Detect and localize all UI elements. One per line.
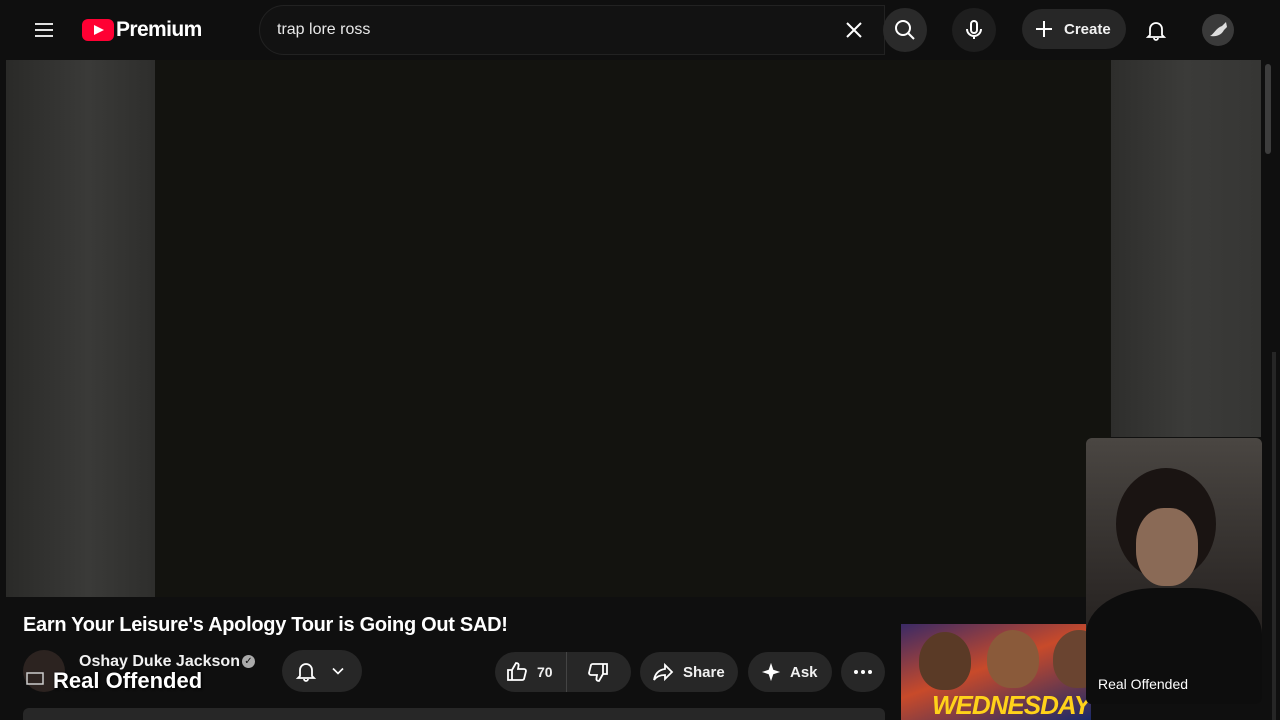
ask-button[interactable]: Ask — [748, 652, 832, 692]
scrollbar-track[interactable] — [1272, 352, 1276, 720]
more-actions-button[interactable] — [841, 652, 885, 692]
video-frame — [155, 60, 1111, 597]
subscription-notification-button[interactable] — [282, 650, 362, 692]
search-bar: trap lore ross — [259, 5, 935, 55]
menu-button[interactable] — [24, 10, 64, 50]
video-player[interactable] — [6, 60, 1261, 597]
plus-icon — [1036, 21, 1052, 37]
youtube-premium-logo[interactable]: Premium — [82, 18, 202, 42]
video-pillarbox-right — [1111, 60, 1261, 437]
logo-text: Premium — [116, 18, 202, 41]
avatar-image-icon — [1210, 22, 1227, 37]
ask-label: Ask — [790, 663, 818, 681]
bell-icon — [1145, 22, 1167, 41]
menu-icon — [35, 23, 53, 37]
notifications-button[interactable] — [1136, 10, 1176, 50]
account-avatar[interactable] — [1202, 14, 1234, 46]
search-icon — [895, 20, 915, 40]
bell-icon — [295, 663, 317, 682]
sparkle-icon — [761, 662, 781, 682]
voice-search-button[interactable] — [952, 8, 996, 52]
webcam-face — [1136, 508, 1198, 586]
caption-icon — [26, 672, 44, 685]
verified-icon: ✓ — [242, 655, 255, 668]
video-pillarbox-left — [6, 60, 155, 597]
webcam-overlay: Real Offended — [1086, 438, 1262, 704]
thumbnail-face — [919, 632, 971, 690]
search-button[interactable] — [883, 8, 927, 52]
recommended-video-thumbnail[interactable]: WEDNESDAY — [901, 624, 1091, 720]
top-bar: Premium trap lore ross Create — [0, 0, 1280, 60]
close-icon[interactable] — [842, 18, 866, 42]
thumbnail-face — [987, 630, 1039, 688]
mic-icon — [966, 20, 982, 39]
like-button[interactable]: 70 — [495, 652, 567, 692]
share-button[interactable]: Share — [640, 652, 738, 692]
create-button[interactable]: Create — [1022, 9, 1126, 49]
share-label: Share — [683, 663, 725, 681]
like-dislike-group: 70 — [495, 652, 631, 692]
thumbs-up-icon — [507, 662, 527, 681]
like-count: 70 — [537, 664, 553, 680]
scrollbar-thumb[interactable] — [1265, 64, 1271, 154]
youtube-logo-icon — [82, 19, 114, 41]
more-icon — [854, 670, 872, 674]
overlay-caption: Real Offended — [53, 668, 203, 693]
create-label: Create — [1064, 20, 1111, 38]
search-query: trap lore ross — [277, 21, 371, 38]
description-box[interactable] — [23, 708, 885, 720]
share-icon — [653, 662, 674, 682]
video-title: Earn Your Leisure's Apology Tour is Goin… — [23, 614, 508, 636]
dislike-button[interactable] — [567, 660, 629, 684]
webcam-label: Real Offended — [1098, 676, 1189, 692]
thumbnail-text: WEDNESDAY — [932, 690, 1091, 720]
thumbs-down-icon — [588, 663, 608, 682]
chevron-down-icon — [332, 667, 344, 675]
search-input[interactable]: trap lore ross — [259, 5, 885, 55]
